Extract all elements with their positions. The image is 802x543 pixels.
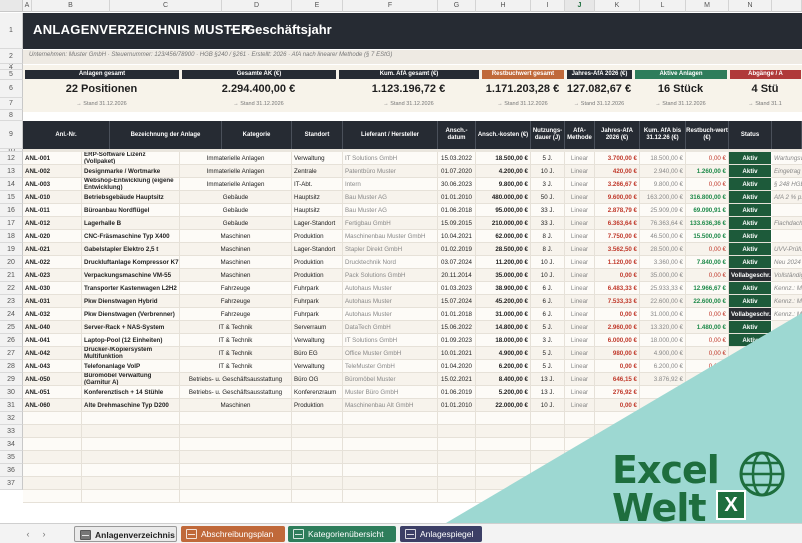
brand-watermark (446, 313, 802, 523)
sheet-tab-bar: ‹ › Anlagenverzeichnis Abschreibungsplan K… (0, 523, 802, 543)
sheet-tab-3[interactable]: Anlagespiegel (400, 526, 482, 542)
sheet-tab-label: Kategorienübersicht (308, 529, 384, 539)
excel-x-label: X (724, 494, 738, 516)
sheet-tab-label: Anlagenverzeichnis (95, 530, 175, 540)
sheet-tab-label: Abschreibungsplan (201, 529, 274, 539)
sheet-tab-1[interactable]: Abschreibungsplan (181, 526, 285, 542)
sheet-icon (186, 529, 197, 539)
logo-text-welt: Welt (612, 486, 707, 523)
sheet-icon (80, 530, 91, 540)
tab-scroll-next-button[interactable]: › (38, 528, 50, 540)
tab-scroll-prev-button[interactable]: ‹ (22, 528, 34, 540)
sheet-tab-label: Anlagespiegel (420, 529, 474, 539)
sheet-tab-2[interactable]: Kategorienübersicht (288, 526, 396, 542)
spreadsheet-grid[interactable]: ABCDEFGHIJKLMN 1234567891011121314151617… (0, 0, 802, 523)
sheet-tab-0[interactable]: Anlagenverzeichnis (74, 526, 177, 542)
excel-welt-logo: Excel Welt X (612, 448, 802, 523)
sheet-icon (405, 529, 416, 539)
excel-x-badge: X (716, 490, 746, 520)
sheet-icon (293, 529, 304, 539)
